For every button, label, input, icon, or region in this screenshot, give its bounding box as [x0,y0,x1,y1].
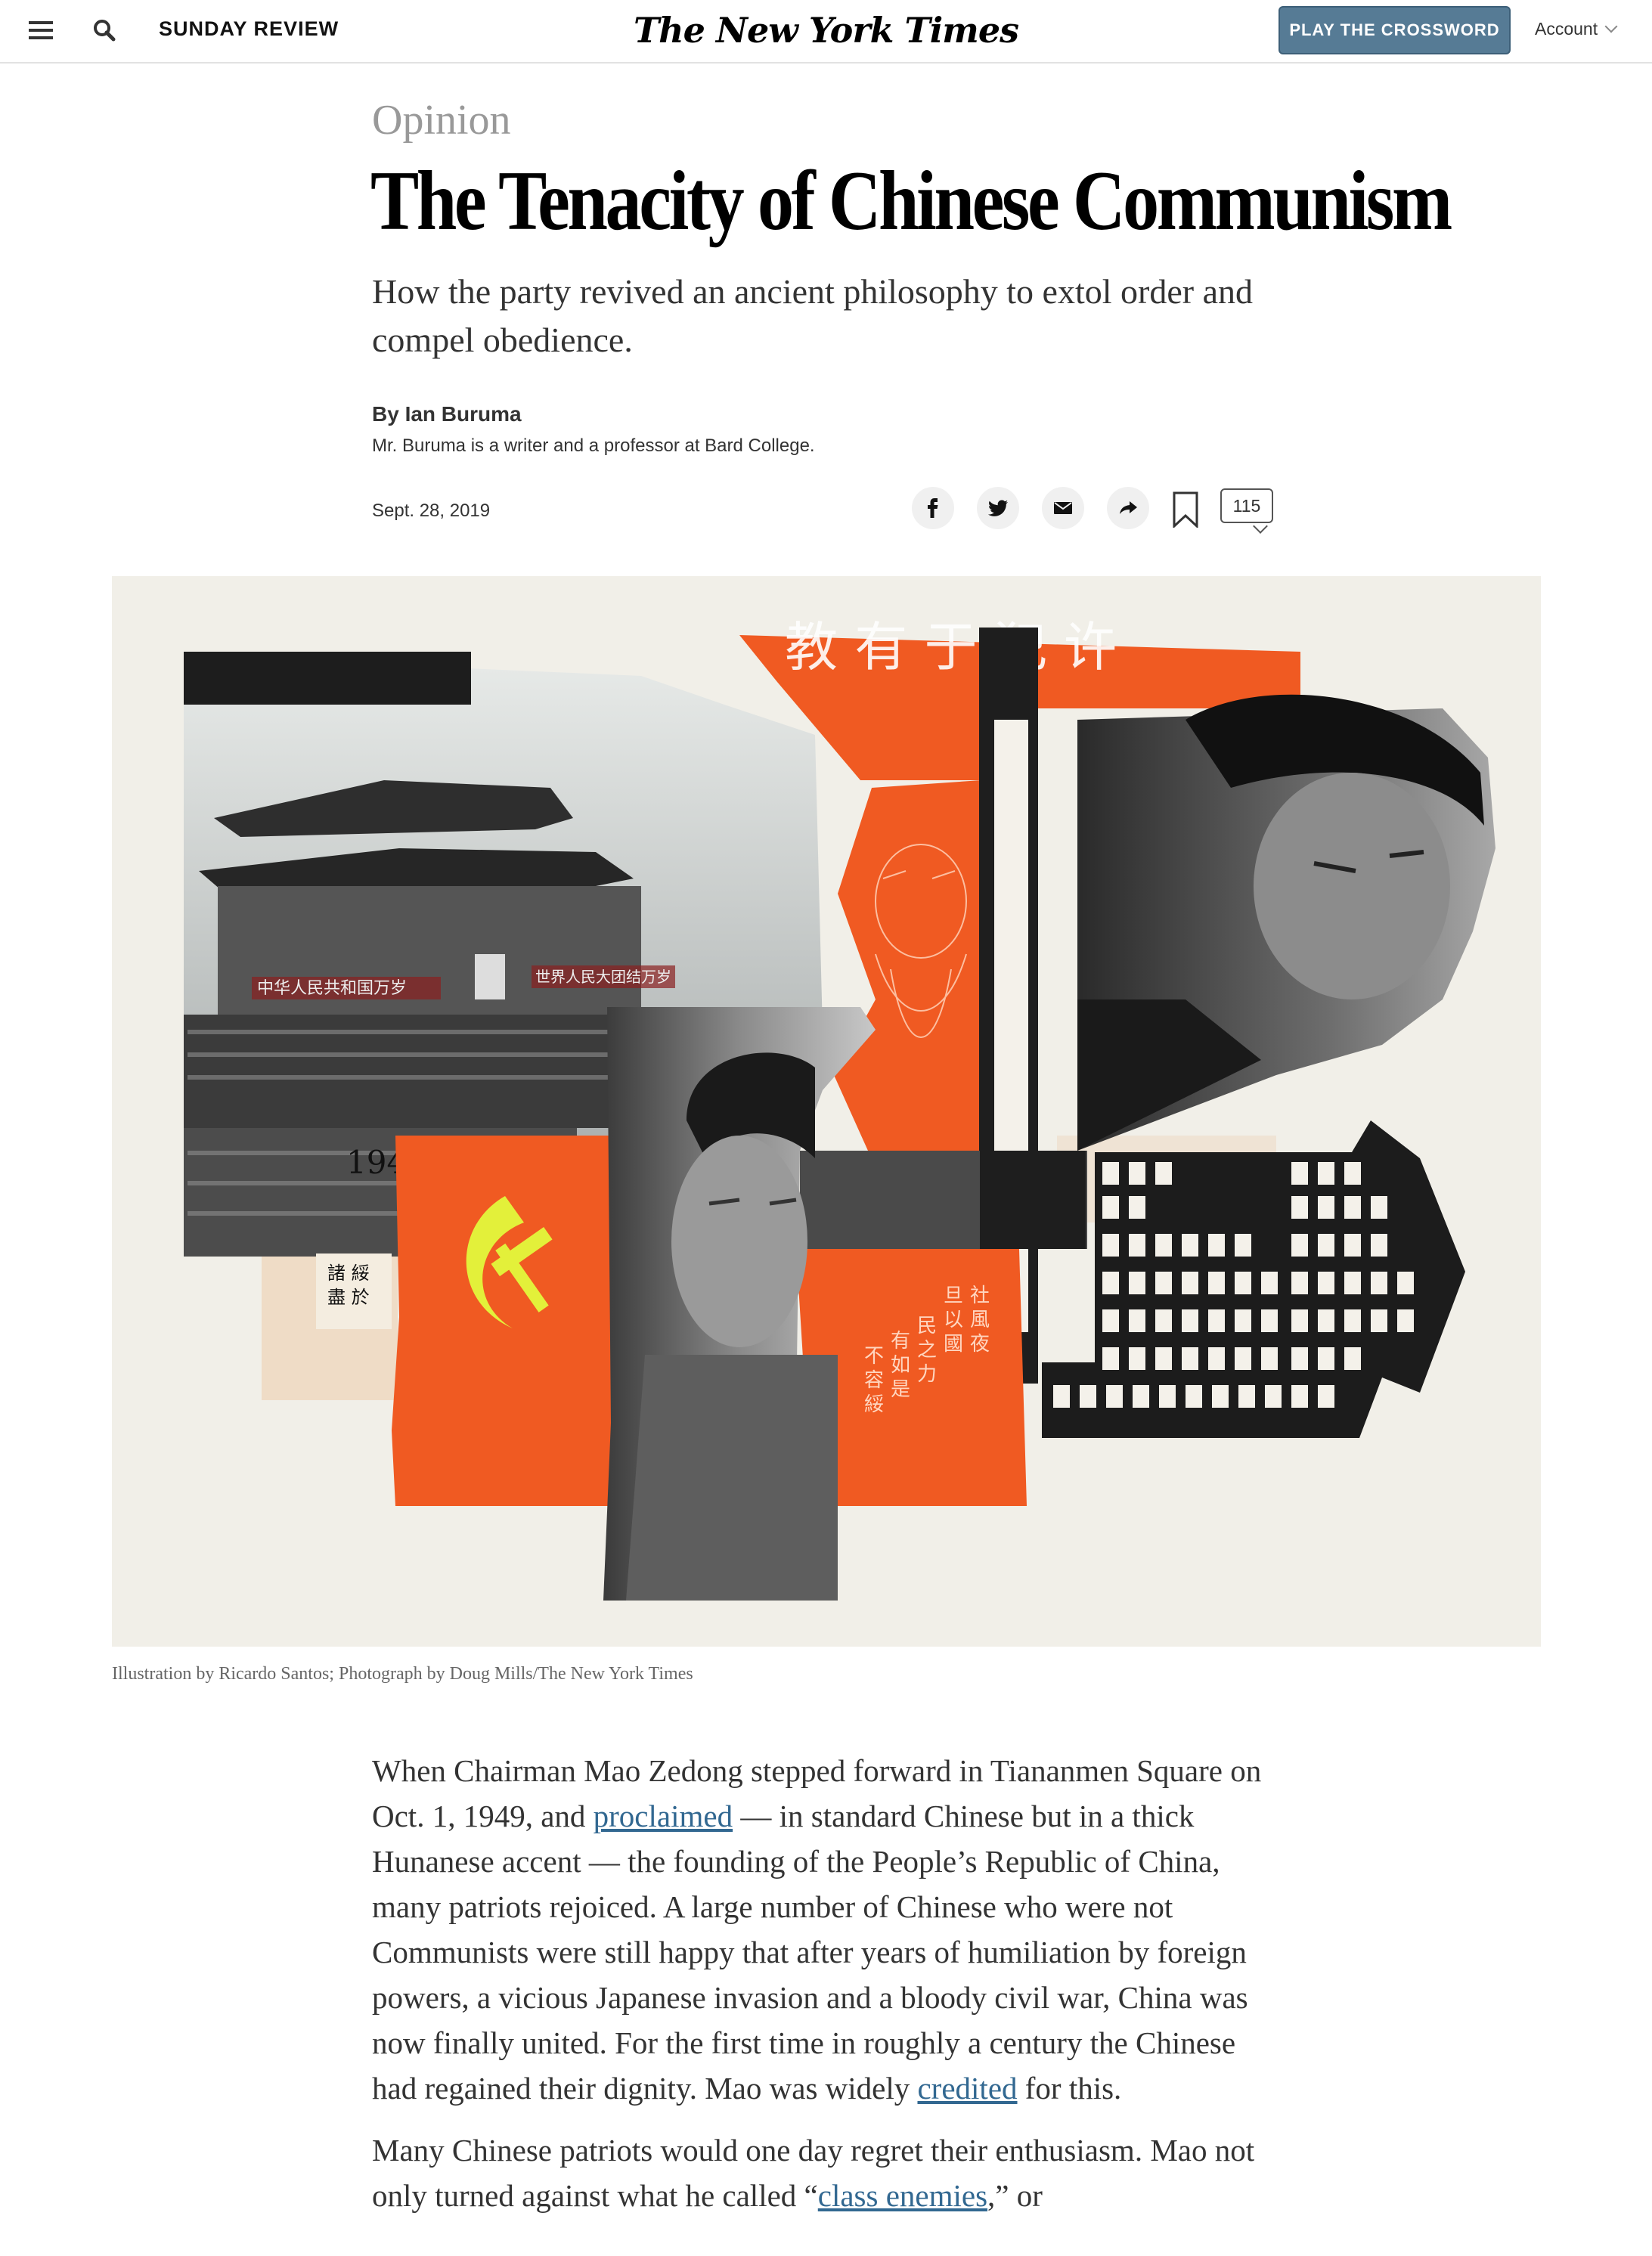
link-credited[interactable]: credited [917,2071,1017,2106]
account-label: Account [1535,19,1598,39]
paragraph: When Chairman Mao Zedong stepped forward… [372,1748,1287,2111]
svg-text:綏: 綏 [864,1393,884,1416]
svg-text:夜: 夜 [970,1333,990,1356]
svg-text:風: 風 [970,1309,990,1331]
chevron-down-icon [1604,20,1618,33]
paragraph-text: ,” or [987,2178,1043,2213]
byline[interactable]: By Ian Buruma [372,399,522,429]
svg-text:國: 國 [944,1333,963,1356]
link-proclaimed[interactable]: proclaimed [594,1799,733,1833]
article-headline: The Tenacity of Chinese Communism [370,154,1452,248]
twitter-share-button[interactable] [977,487,1019,529]
svg-text:有: 有 [891,1330,910,1353]
image-caption: Illustration by Ricardo Santos; Photogra… [112,1664,693,1684]
comment-count: 115 [1220,488,1273,523]
facebook-share-button[interactable] [912,487,954,529]
play-crossword-button[interactable]: PLAY THE CROSSWORD [1279,6,1511,54]
svg-text:社: 社 [970,1284,990,1307]
svg-text:是: 是 [891,1378,910,1401]
banner-right: 世界人民大团结万岁 [535,968,671,986]
link-class-enemies[interactable]: class enemies [818,2178,987,2213]
svg-text:旦: 旦 [944,1284,963,1307]
article-summary: How the party revived an ancient philoso… [372,272,1254,359]
publish-date: Sept. 28, 2019 [372,500,491,521]
more-share-button[interactable] [1107,487,1149,529]
svg-text:以: 以 [944,1309,963,1331]
account-menu[interactable]: Account [1535,15,1618,42]
svg-text:之: 之 [917,1339,937,1362]
svg-text:如: 如 [891,1354,910,1377]
svg-text:盡 於: 盡 於 [327,1287,370,1308]
svg-text:不: 不 [864,1345,884,1368]
paragraph-text: Many Chinese patriots would one day regr… [372,2133,1255,2213]
banner-left: 中华人民共和国万岁 [257,979,407,998]
email-icon [1054,502,1072,514]
lead-illustration: 教 有 于 犯 许 中华人民共和国万岁 世界人民大团结万岁 1949 諸 綏 盡… [112,576,1541,1647]
svg-text:民: 民 [917,1315,937,1337]
email-share-button[interactable] [1042,487,1084,529]
opinion-kicker[interactable]: Opinion [372,94,511,147]
paragraph: Many Chinese patriots would one day regr… [372,2127,1287,2218]
facebook-icon [928,498,938,518]
comments-button[interactable]: 115 [1220,488,1275,534]
paragraph-text: — in standard Chinese but in a thick Hun… [372,1799,1248,2106]
collage-artwork: 教 有 于 犯 许 中华人民共和国万岁 世界人民大团结万岁 1949 諸 綏 盡… [184,616,1495,1601]
share-arrow-icon [1120,501,1137,514]
paragraph-text: for this. [1017,2071,1122,2106]
svg-text:容: 容 [864,1369,884,1392]
article-body: When Chairman Mao Zedong stepped forward… [372,1748,1287,2235]
top-bar: SUNDAY REVIEW The New York Times PLAY TH… [0,0,1652,64]
twitter-icon [987,500,1008,516]
svg-text:教 有 于 犯 许: 教 有 于 犯 许 [785,616,1117,678]
author-bio: Mr. Buruma is a writer and a professor a… [372,435,815,456]
svg-text:諸 綏: 諸 綏 [327,1263,370,1284]
svg-text:力: 力 [917,1363,937,1386]
bookmark-icon[interactable] [1172,491,1199,528]
